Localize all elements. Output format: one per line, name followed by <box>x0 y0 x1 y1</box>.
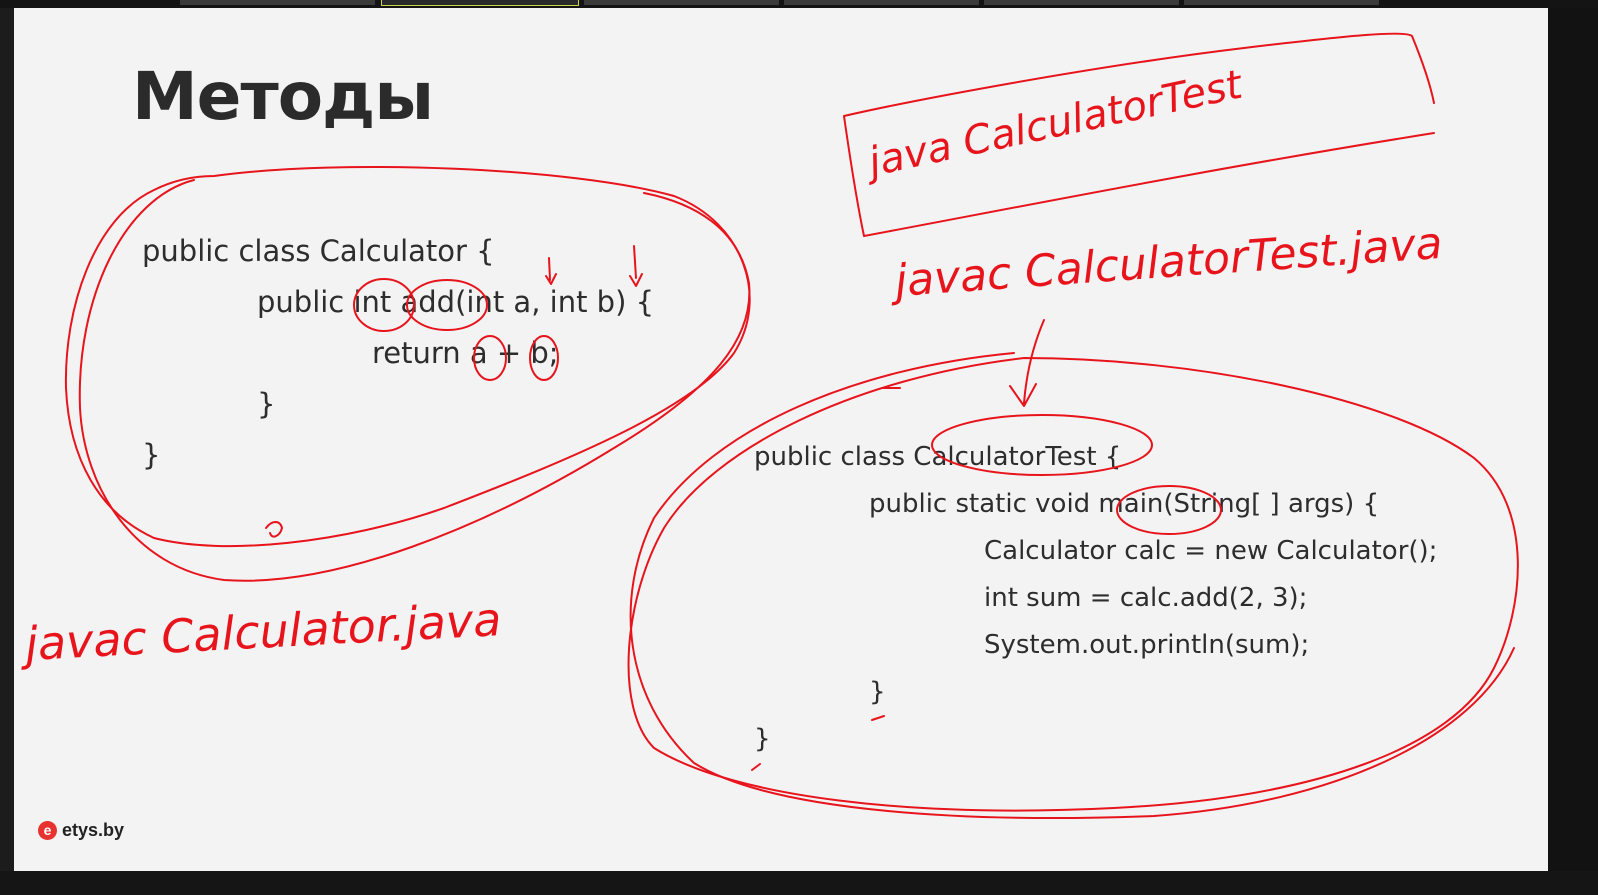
ink-circle-calculator-test <box>931 414 1153 476</box>
ink-circle-a <box>473 335 507 381</box>
ink-loop-calculator <box>64 165 751 548</box>
handwritten-javac-calculator: javac Calculator.java <box>18 592 503 671</box>
ink-dash-3 <box>751 763 761 771</box>
window-bottom-edge <box>0 871 1598 895</box>
ink-dash-2 <box>871 715 885 721</box>
ink-circle-main <box>1116 485 1222 535</box>
participant-thumbnail[interactable] <box>584 0 779 5</box>
ink-arrow-down <box>1009 319 1045 407</box>
participant-thumbnail[interactable] <box>984 0 1179 5</box>
participant-thumbnail[interactable] <box>180 0 375 5</box>
presentation-slide: Методы public class Calculator { public … <box>14 8 1548 871</box>
ink-mark-a-arrow <box>545 257 557 285</box>
participant-thumbnail[interactable] <box>784 0 979 5</box>
ink-loop-calculator-outer <box>78 179 751 582</box>
window-right-edge <box>1548 8 1598 871</box>
ink-loop-calculator-test-outer <box>629 352 1515 819</box>
ink-circle-int <box>353 278 415 332</box>
participant-thumbnail-strip <box>0 0 1598 8</box>
ink-mark-b-arrow <box>629 245 643 287</box>
ink-loop-calculator-test <box>627 357 1519 812</box>
handwritten-java-run: java CalculatorTest <box>860 61 1248 186</box>
ink-scribble <box>265 521 283 538</box>
ink-circle-b <box>529 335 559 381</box>
participant-thumbnail[interactable] <box>1184 0 1379 5</box>
handwritten-javac-test: javac CalculatorTest.java <box>888 218 1444 307</box>
ink-circle-add <box>406 279 488 331</box>
participant-thumbnail-active[interactable] <box>381 0 579 6</box>
pen-annotations-layer: java CalculatorTest javac CalculatorTest… <box>18 32 1519 819</box>
